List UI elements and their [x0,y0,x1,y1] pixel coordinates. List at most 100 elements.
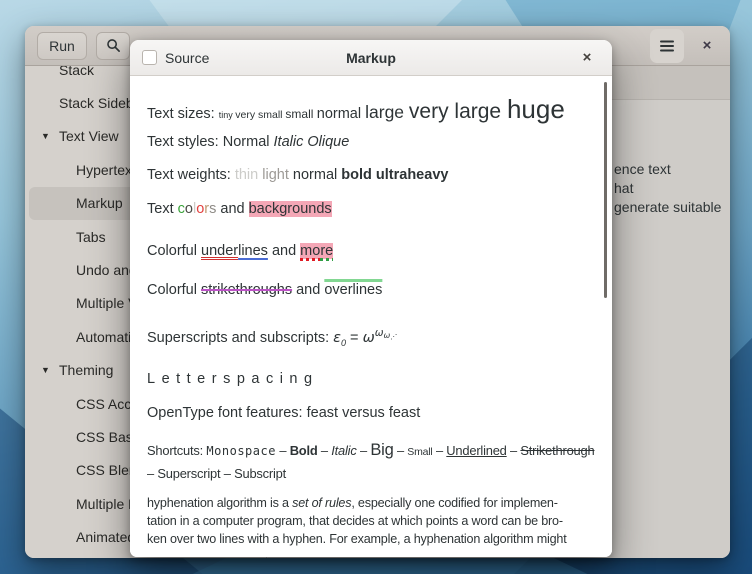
text-run: Bold [290,443,318,458]
text-run: – [147,466,157,481]
text-run: feast [307,405,338,421]
sidebar-item-label: Text View [59,128,119,144]
text-run: OpenType font features: [147,405,307,421]
text-run: – [220,466,234,481]
text-run: Small [407,446,432,458]
source-checkbox[interactable] [142,50,157,65]
text-run: Monospace [206,444,276,458]
text-run: re [320,243,333,259]
text-run: Strikethrough [520,443,594,458]
text-run: – [318,443,332,458]
math-run: ε [333,330,341,346]
math-run: ω [375,327,384,339]
line-opentype-features: OpenType font features: feast versus fea… [147,405,612,425]
text-run: huge [507,94,565,124]
text-run: Text styles: [147,134,223,150]
text-run: Text [147,201,178,217]
text-run: Subscript [234,466,286,481]
text-run: normal [293,167,341,183]
expander-arrow-icon[interactable]: ▼ [41,131,50,141]
text-run: Normal [223,134,274,150]
text-run: Underlined [446,443,506,458]
paragraph-line: ken over two lines with a hyphen. For ex… [147,530,612,548]
text-run: lines [238,243,268,259]
line-text-styles: Text styles: Normal Italic Olique [147,134,612,154]
text-run: versus [338,405,389,421]
shortcuts-line-2: – Superscript – Subscript [147,463,612,484]
text-run: ken over two lines with a hyphen. For ex… [147,532,567,546]
text-run: , especially one codified for implemen- [351,496,557,510]
text-run: Text weights: [147,167,235,183]
text-run: bold [341,167,376,183]
text-run: under [201,243,238,259]
shortcuts-line-1: Shortcuts: Monospace – Bold – Italic – B… [147,440,612,463]
markup-dialog: Source Markup × Text sizes: tiny very sm… [130,40,612,557]
source-checkbox-label: Source [165,50,209,66]
text-run: and [268,243,300,259]
line-colorful-strikethroughs: Colorful strikethroughs and overlines [147,282,612,302]
colored-letter: c [178,201,185,217]
text-run: very small [235,109,285,121]
math-run: ⋰ [390,334,397,341]
text-run: – [394,443,408,458]
text-run: light [262,167,293,183]
window-close-button[interactable]: × [692,31,722,61]
search-button[interactable] [96,32,130,60]
text-run: small [285,107,316,121]
close-icon: × [583,49,592,66]
line-letterspacing: Letterspacing [147,371,612,391]
highlighted-text: backgrounds [249,201,332,217]
text-run: Italic [331,443,356,458]
markup-text-view[interactable]: Text sizes: tiny very small small normal… [130,76,612,557]
text-run: Big [370,441,393,459]
info-line: hat [614,179,730,198]
search-icon [106,38,121,53]
text-run: Superscript [157,466,220,481]
run-button[interactable]: Run [37,32,87,60]
text-run: – [357,443,371,458]
line-hyphenation-paragraph: hyphenation algorithm is a set of rules,… [147,494,612,548]
info-line: generate suitable [614,198,730,217]
run-button-label: Run [49,38,75,54]
line-text-weights: Text weights: thin light normal bold ult… [147,167,612,187]
text-run: hyphenation algorithm is a [147,496,292,510]
paragraph-line: tation in a computer program, that decid… [147,512,612,530]
paragraph-line: hyphenation algorithm is a set of rules,… [147,494,612,512]
math-run: ω [363,330,375,346]
text-run: overlines [324,282,382,298]
text-run: Superscripts and subscripts: [147,330,333,346]
text-run: Colorful [147,243,201,259]
text-run: – [507,443,521,458]
sidebar-item-label: Hypertext [76,162,136,178]
text-run: large [365,102,409,122]
menu-button[interactable] [650,29,684,63]
expander-arrow-icon[interactable]: ▼ [41,365,50,375]
text-run: thin [235,167,262,183]
dialog-close-button[interactable]: × [574,45,600,71]
text-run: normal [317,106,365,122]
text-run: strikethroughs [201,282,292,298]
line-superscripts: Superscripts and subscripts: ε0 = ωωω⋰ [147,327,612,351]
text-run: Italic [274,134,308,150]
text-run: Olique [307,134,349,150]
text-run: – [276,443,290,458]
sidebar-item-label: Tabs [76,229,106,245]
sidebar-item-label: Markup [76,195,123,211]
line-text-colors: Text colors and backgrounds [147,201,612,223]
info-text-clipped: ence text hat generate suitable [614,160,730,216]
info-line: ence text [614,160,730,179]
text-run: = [346,330,363,346]
sidebar-item-label: Theming [59,362,113,378]
dialog-headerbar: Source Markup × [130,40,612,76]
close-icon: × [703,37,712,54]
text-run: – [433,443,447,458]
text-run: mo [300,243,320,259]
text-run: Colorful [147,282,201,298]
text-run: ultraheavy [376,167,449,183]
line-colorful-underlines: Colorful underlines and more [147,243,612,265]
colored-letter: o [185,201,193,217]
dialog-scrollbar[interactable] [604,82,607,298]
text-run: set of rules [292,496,351,510]
text-run: tation in a computer program, that decid… [147,514,563,528]
text-run: Shortcuts: [147,443,206,458]
